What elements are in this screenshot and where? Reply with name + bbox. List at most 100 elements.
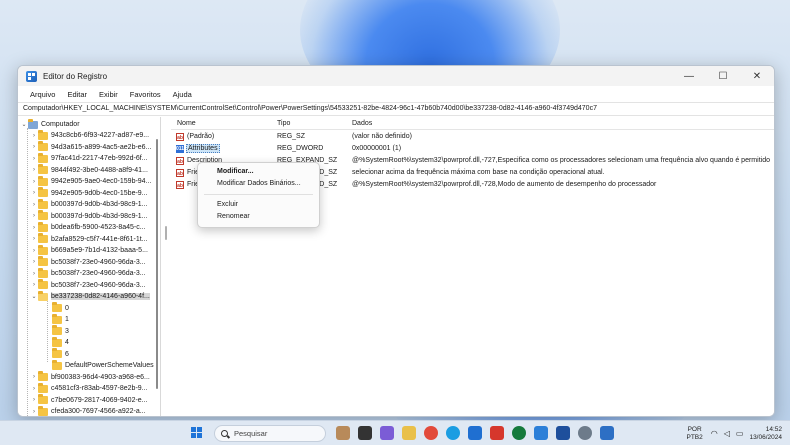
menu-editar[interactable]: Editar	[61, 90, 93, 99]
chevron-right-icon[interactable]: ›	[30, 213, 38, 219]
chevron-right-icon[interactable]: ›	[30, 282, 38, 288]
language-indicator[interactable]: POR PTB2	[686, 426, 702, 442]
tree-item-label: 4	[65, 339, 69, 346]
volume-icon[interactable]: ◁	[724, 429, 730, 438]
language-code: POR	[687, 425, 702, 433]
tree-item[interactable]: › 943c8cb6-6f93-4227-ad87-e9...	[30, 129, 160, 141]
mail-icon[interactable]	[534, 426, 548, 440]
menu-modify[interactable]: Modificar...	[198, 166, 319, 178]
tree-item[interactable]: › bc5038f7-23e0-4960-96da-3...	[30, 267, 160, 279]
wifi-icon[interactable]: ◠	[711, 429, 718, 438]
chevron-right-icon[interactable]: ›	[30, 225, 38, 231]
task-view-icon[interactable]	[358, 426, 372, 440]
menu-favoritos[interactable]: Favoritos	[124, 90, 167, 99]
tree-child[interactable]: 0	[52, 302, 160, 314]
folder-icon	[52, 348, 62, 358]
chevron-right-icon[interactable]: ›	[30, 156, 38, 162]
tree-item[interactable]: › 9844f492-3be0-4488-a8f9-41...	[30, 164, 160, 176]
chrome-icon[interactable]	[424, 426, 438, 440]
store-icon[interactable]	[468, 426, 482, 440]
terminal-icon[interactable]	[556, 426, 570, 440]
chevron-right-icon[interactable]: ›	[30, 271, 38, 277]
chevron-right-icon[interactable]: ›	[30, 259, 38, 265]
settings-icon[interactable]	[578, 426, 592, 440]
chevron-right-icon[interactable]: ›	[30, 133, 38, 139]
tree-item[interactable]: › 97fac41d-2217-47eb-992d-6f...	[30, 152, 160, 164]
xbox-icon[interactable]	[512, 426, 526, 440]
tree-item[interactable]: › b000397d-9d0b-4b3d-98c9-1...	[30, 198, 160, 210]
menu-rename[interactable]: Renomear	[198, 211, 319, 223]
folder-icon	[52, 325, 62, 335]
computer-icon	[28, 118, 38, 129]
registry-editor-window: Editor do Registro — ☐ ✕ Arquivo Editar …	[17, 65, 775, 417]
column-data[interactable]: Dados	[352, 120, 372, 127]
start-button-icon[interactable]	[191, 427, 203, 439]
tree-guide	[27, 128, 28, 416]
tree-item[interactable]: › b000397d-9d0b-4b3d-98c9-1...	[30, 210, 160, 222]
menu-exibir[interactable]: Exibir	[93, 90, 124, 99]
value-row[interactable]: ab (Padrão) REG_SZ (valor não definido)	[171, 131, 774, 143]
tree-scrollbar-thumb[interactable]	[156, 139, 158, 389]
address-bar[interactable]: Computador\HKEY_LOCAL_MACHINE\SYSTEM\Cur…	[18, 102, 774, 116]
menu-modify-binary[interactable]: Modificar Dados Binários...	[198, 178, 319, 190]
tree-item[interactable]: › bf900383-96d4-4903-a968-e6...	[30, 371, 160, 383]
chevron-right-icon[interactable]: ›	[30, 397, 38, 403]
tree-item-label: c7be0679-2817-4069-9402-e...	[51, 396, 148, 404]
chevron-down-icon[interactable]: ⌄	[30, 293, 38, 300]
tree-item[interactable]: › c7be0679-2817-4069-9402-e...	[30, 394, 160, 406]
tree-child[interactable]: 3	[52, 325, 160, 337]
chevron-right-icon[interactable]: ›	[30, 179, 38, 185]
widget-icon[interactable]	[336, 426, 350, 440]
pane-splitter[interactable]	[165, 226, 167, 240]
file-explorer-icon[interactable]	[402, 426, 416, 440]
tree-item[interactable]: › b669a5e9-7b1d-4132-baaa-5...	[30, 244, 160, 256]
chevron-right-icon[interactable]: ›	[30, 236, 38, 242]
close-button[interactable]: ✕	[740, 66, 774, 86]
edge-icon[interactable]	[446, 426, 460, 440]
tree-scrollbar[interactable]	[153, 117, 161, 416]
maximize-button[interactable]: ☐	[706, 66, 740, 86]
tree-item-label: 943c8cb6-6f93-4227-ad87-e9...	[51, 132, 150, 139]
chevron-right-icon[interactable]: ›	[30, 409, 38, 415]
chevron-right-icon[interactable]: ›	[30, 248, 38, 254]
string-value-icon: ab	[176, 157, 184, 165]
registry-editor-taskbar-icon[interactable]	[600, 426, 614, 440]
chevron-right-icon[interactable]: ›	[30, 144, 38, 150]
tree-child[interactable]: 1	[52, 313, 160, 325]
chevron-right-icon[interactable]: ›	[30, 386, 38, 392]
tree-item[interactable]: › b2afa8529-c5f7-441e-8f61-1t...	[30, 233, 160, 245]
tree-item-root[interactable]: ⌄ Computador	[20, 118, 160, 130]
battery-icon[interactable]: ▭	[736, 429, 744, 438]
menu-delete[interactable]: Excluir	[198, 199, 319, 211]
menu-ajuda[interactable]: Ajuda	[167, 90, 198, 99]
taskbar-apps	[332, 425, 618, 442]
chevron-right-icon[interactable]: ›	[30, 202, 38, 208]
value-row-selected[interactable]: 011 Attributes REG_DWORD 0x00000001 (1)	[171, 143, 774, 155]
clock[interactable]: 14:52 13/06/2024	[749, 426, 782, 442]
chevron-right-icon[interactable]: ›	[30, 167, 38, 173]
tree-item[interactable]: › bc5038f7-23e0-4960-96da-3...	[30, 256, 160, 268]
tree-item[interactable]: › bc5038f7-23e0-4960-96da-3...	[30, 279, 160, 291]
menu-arquivo[interactable]: Arquivo	[24, 90, 61, 99]
chevron-right-icon[interactable]: ›	[30, 374, 38, 380]
tree-item[interactable]: › 9942e905-9d0b-4ec0-15be-9...	[30, 187, 160, 199]
tree-item[interactable]: › b0dea6fb-5900-4523-8a45-c...	[30, 221, 160, 233]
tree-child[interactable]: 6	[52, 348, 160, 360]
chevron-down-icon[interactable]: ⌄	[20, 121, 28, 128]
tree-item[interactable]: › 9942e905-9ae0-4ec0-159b-94...	[30, 175, 160, 187]
column-name[interactable]: Nome	[177, 120, 196, 127]
tree-item[interactable]: › cfeda300-7697-4566-a922-a...	[30, 405, 160, 416]
tree-child[interactable]: 4	[52, 336, 160, 348]
taskbar-search[interactable]: Pesquisar	[214, 425, 326, 442]
chevron-right-icon[interactable]: ›	[30, 190, 38, 196]
tree-child[interactable]: DefaultPowerSchemeValues	[52, 359, 160, 371]
folder-icon	[38, 267, 48, 278]
tree-item[interactable]: › c4581cf3-r83ab-4597-8e2b-9...	[30, 382, 160, 394]
tree-item-selected[interactable]: ⌄ be337238-0d82-4146-a960-4f...	[30, 290, 152, 302]
column-type[interactable]: Tipo	[277, 120, 290, 127]
tree-item[interactable]: › 94d3a615-a899-4ac5-ae2b-e6...	[30, 141, 160, 153]
copilot-icon[interactable]	[380, 426, 394, 440]
title-bar[interactable]: Editor do Registro — ☐ ✕	[18, 66, 774, 86]
office-icon[interactable]	[490, 426, 504, 440]
minimize-button[interactable]: —	[672, 66, 706, 86]
